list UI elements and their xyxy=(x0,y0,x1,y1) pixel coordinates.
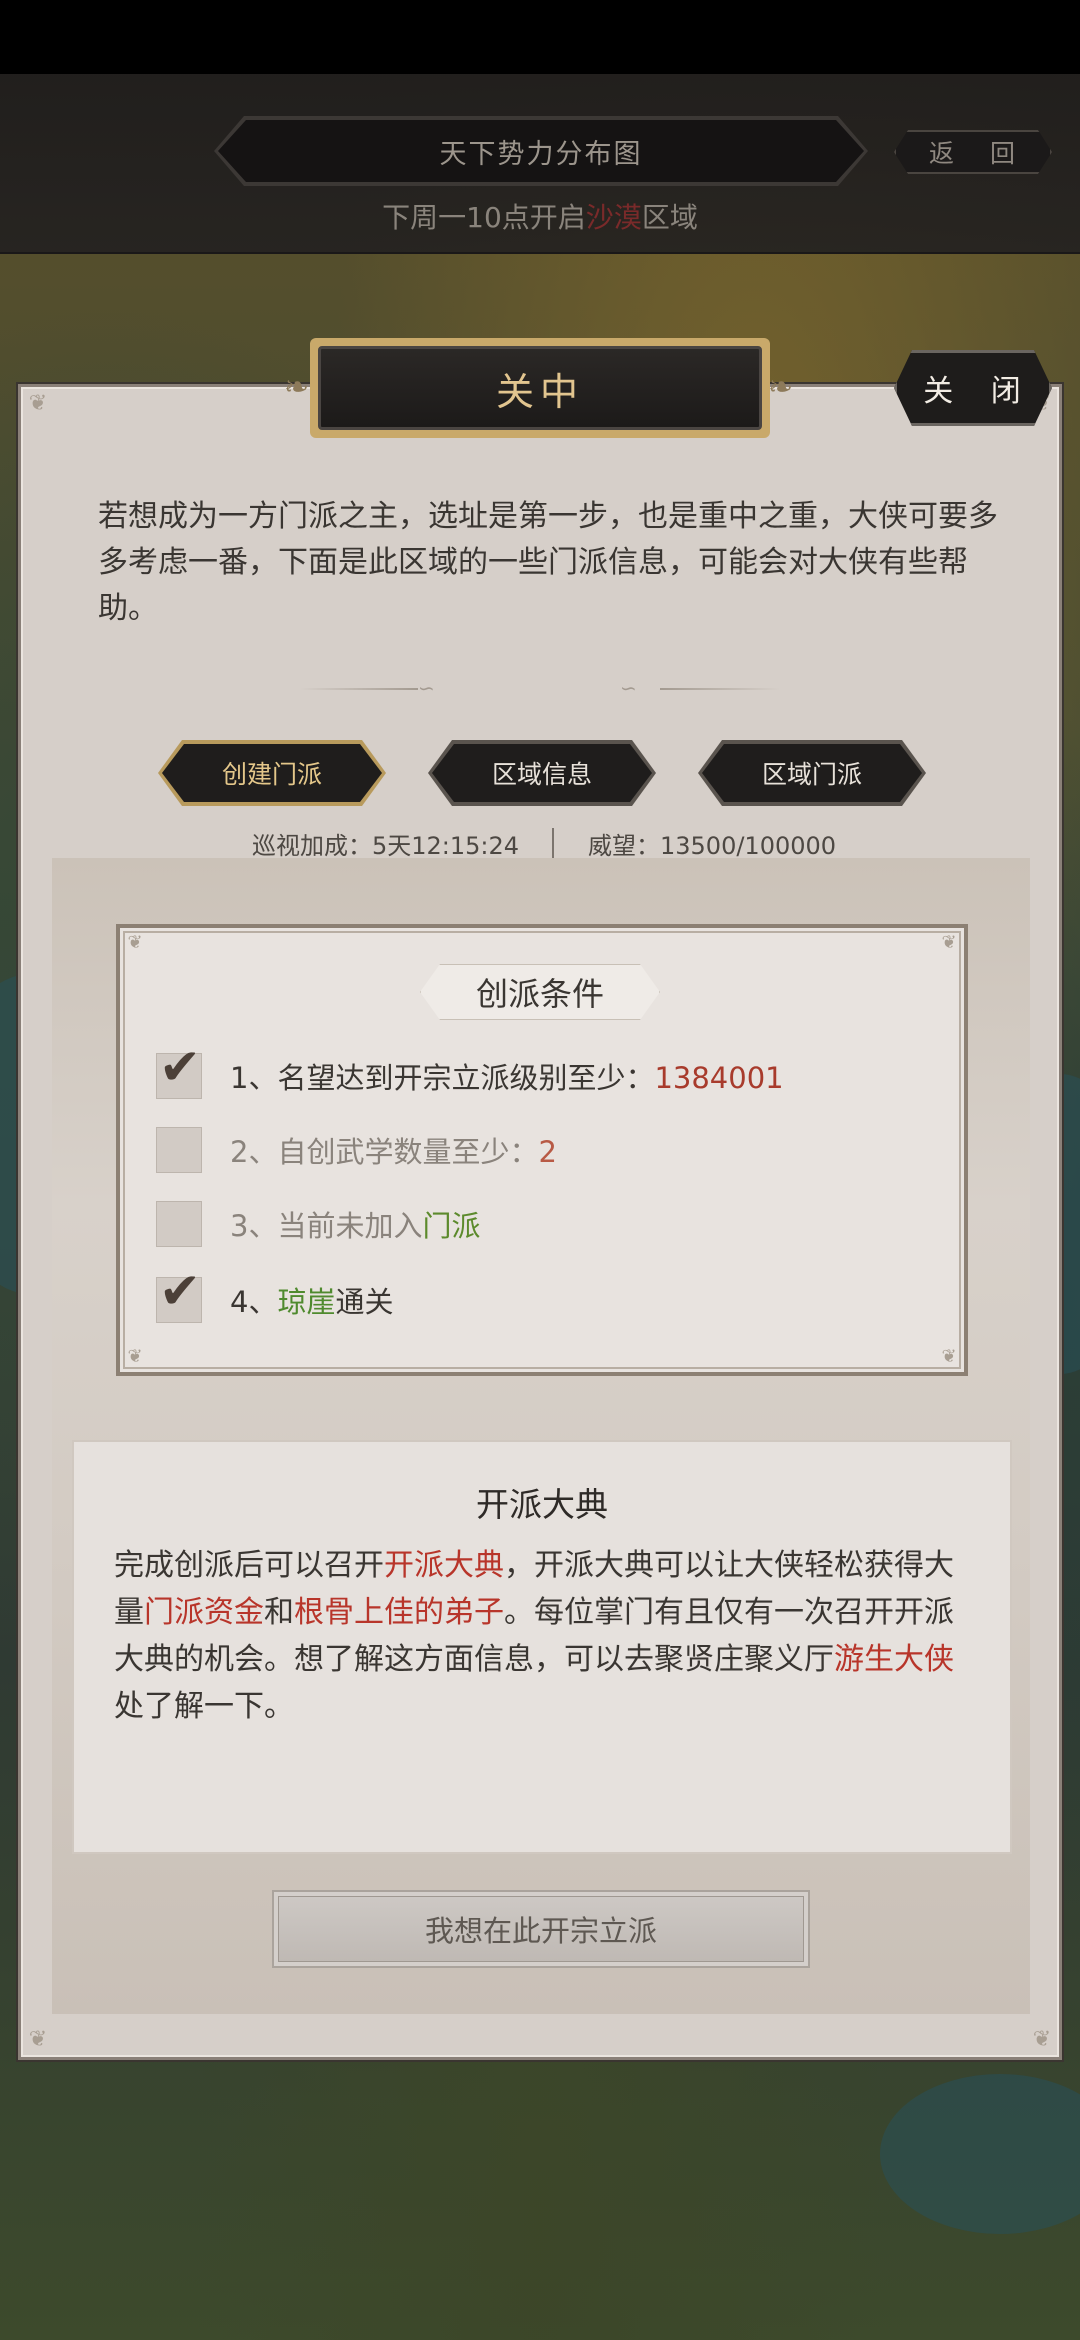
back-button[interactable]: 返 回 xyxy=(894,130,1052,174)
corner-ornament-icon: ❦ xyxy=(127,1346,143,1367)
highlight-text: 开派大典 xyxy=(384,1548,504,1583)
ceremony-text: 完成创派后可以召开开派大典，开派大典可以让大侠轻松获得大量门派资金和根骨上佳的弟… xyxy=(114,1548,954,1724)
condition-value: 2 xyxy=(538,1135,557,1169)
tab-create-sect[interactable]: 创建门派 xyxy=(162,744,382,802)
corner-ornament-icon: ❦ xyxy=(28,2027,48,2052)
prestige-value: 威望：13500/100000 xyxy=(588,832,837,860)
intro-text: 若想成为一方门派之主，选址是第一步，也是重中之重，大侠可要多多考虑一番，下面是此… xyxy=(98,499,998,626)
title-wing-right-icon: ❧ xyxy=(768,370,794,405)
title-wing-left-icon: ❧ xyxy=(284,370,310,405)
condition-text: 3、当前未加入门派 xyxy=(230,1209,481,1243)
dialog-title: 关中 xyxy=(318,346,762,430)
patrol-bonus: 巡视加成：5天12:15:24 xyxy=(252,832,520,860)
ceremony-title: 开派大典 xyxy=(476,1485,608,1524)
region-stats: 巡视加成：5天12:15:24 威望：13500/100000 xyxy=(0,826,1080,860)
condition-text: 2、自创武学数量至少：2 xyxy=(230,1135,557,1169)
checkmark-icon: ✔ xyxy=(159,1038,201,1096)
tab-region-sects[interactable]: 区域门派 xyxy=(702,744,922,802)
map-header: 天下势力分布图 返 回 下周一10点开启沙漠区域 xyxy=(0,74,1080,254)
condition-row: ✔ 1、名望达到开宗立派级别至少：1384001 xyxy=(156,1042,784,1100)
notice-region-name: 沙漠 xyxy=(585,201,642,234)
highlight-npc-link[interactable]: 游生大侠 xyxy=(834,1642,954,1677)
corner-ornament-icon: ❦ xyxy=(127,932,143,953)
divider xyxy=(300,688,418,690)
condition-row: 3、当前未加入门派 xyxy=(156,1200,480,1248)
corner-ornament-icon: ❦ xyxy=(28,391,48,416)
checkmark-icon: ✔ xyxy=(159,1262,201,1320)
corner-ornament-icon: ❦ xyxy=(941,932,957,953)
condition-checkbox: ✔ xyxy=(156,1042,202,1099)
tab-region-info[interactable]: 区域信息 xyxy=(432,744,652,802)
condition-text: 1、名望达到开宗立派级别至少：1384001 xyxy=(230,1061,784,1095)
highlight-text: 根骨上佳的弟子 xyxy=(294,1595,504,1630)
condition-text: 4、琼崖通关 xyxy=(230,1285,394,1319)
divider-ornament-icon: ∽ xyxy=(620,676,637,700)
found-sect-button[interactable]: 我想在此开宗立派 xyxy=(278,1896,804,1962)
divider-ornament-icon: ∽ xyxy=(418,676,435,700)
condition-checkbox xyxy=(156,1201,202,1247)
conditions-title: 创派条件 xyxy=(475,975,604,1013)
status-bar xyxy=(0,0,1080,74)
condition-value: 琼崖 xyxy=(277,1285,336,1319)
condition-checkbox: ✔ xyxy=(156,1266,202,1323)
close-button[interactable]: 关 闭 xyxy=(894,350,1052,426)
divider xyxy=(660,688,780,690)
corner-ornament-icon: ❦ xyxy=(941,1346,957,1367)
condition-row: 2、自创武学数量至少：2 xyxy=(156,1126,557,1174)
condition-value: 门派 xyxy=(422,1209,481,1243)
condition-row: ✔ 4、琼崖通关 xyxy=(156,1266,394,1324)
stats-separator xyxy=(552,828,554,858)
region-open-notice: 下周一10点开启沙漠区域 xyxy=(382,201,698,234)
corner-ornament-icon: ❦ xyxy=(1032,2027,1052,2052)
map-title: 天下势力分布图 xyxy=(218,120,864,182)
condition-checkbox xyxy=(156,1127,202,1173)
highlight-text: 门派资金 xyxy=(144,1595,264,1630)
condition-value: 1384001 xyxy=(654,1061,784,1095)
